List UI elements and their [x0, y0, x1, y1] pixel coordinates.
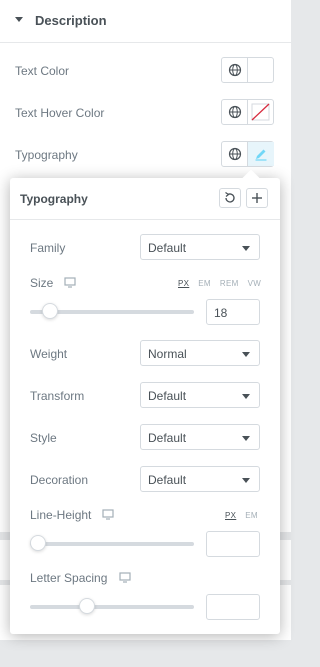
text-hover-color-label: Text Hover Color [15, 106, 105, 120]
family-select[interactable]: Default [140, 234, 260, 260]
typography-popover: Typography Family Default Size PX EM REM VW [10, 169, 280, 634]
text-hover-color-control [221, 99, 274, 125]
slider-handle[interactable] [30, 535, 46, 551]
slider-handle[interactable] [78, 598, 95, 614]
clear-color-icon [251, 103, 270, 121]
transform-select[interactable]: Default [140, 382, 260, 408]
size-slider[interactable] [30, 301, 194, 323]
line-height-units: PX EM [216, 511, 258, 520]
unit-em[interactable]: EM [245, 511, 258, 520]
size-units: PX EM REM VW [169, 279, 261, 288]
monitor-icon[interactable] [102, 509, 114, 520]
line-height-slider[interactable] [30, 533, 194, 555]
letter-spacing-input[interactable] [206, 594, 260, 620]
text-hover-color-global-button[interactable] [222, 100, 248, 124]
style-value: Default [148, 431, 187, 445]
chevron-down-icon [242, 246, 250, 251]
unit-em[interactable]: EM [198, 279, 211, 288]
plus-icon [252, 193, 262, 203]
slider-track [30, 605, 194, 609]
unit-px[interactable]: PX [225, 511, 236, 520]
reset-icon [225, 192, 235, 203]
size-label: Size [30, 276, 54, 290]
unit-rem[interactable]: REM [220, 279, 239, 288]
typography-edit-button[interactable] [248, 142, 274, 166]
line-height-input[interactable] [206, 531, 260, 557]
text-hover-color-swatch[interactable] [248, 100, 274, 124]
pencil-icon [255, 149, 267, 161]
globe-icon [228, 63, 242, 77]
text-color-swatch[interactable] [248, 58, 274, 82]
line-height-label: Line-Height [30, 508, 92, 522]
unit-px[interactable]: PX [178, 279, 189, 288]
decoration-value: Default [148, 473, 187, 487]
slider-track [30, 542, 194, 546]
globe-icon [228, 105, 242, 119]
typography-control [221, 141, 274, 167]
chevron-down-icon [242, 394, 250, 399]
monitor-icon[interactable] [64, 277, 76, 288]
description-section-header[interactable]: Description [0, 0, 291, 43]
panel-footer-area [0, 640, 291, 667]
letter-spacing-slider[interactable] [30, 596, 194, 618]
reset-button[interactable] [219, 188, 241, 208]
monitor-icon[interactable] [119, 572, 131, 583]
size-value: 18 [214, 306, 228, 320]
weight-select[interactable]: Normal [140, 340, 260, 366]
caret-down-icon [15, 17, 23, 22]
typography-label: Typography [15, 148, 78, 162]
style-label: Style [30, 431, 57, 445]
letter-spacing-label: Letter Spacing [30, 571, 108, 585]
popover-header: Typography [10, 178, 280, 220]
globe-icon [228, 147, 242, 161]
weight-label: Weight [30, 347, 68, 361]
text-color-control [221, 57, 274, 83]
text-color-global-button[interactable] [222, 58, 248, 82]
weight-value: Normal [148, 347, 187, 361]
style-select[interactable]: Default [140, 424, 260, 450]
chevron-down-icon [242, 436, 250, 441]
section-title: Description [35, 13, 107, 28]
slider-handle[interactable] [41, 303, 58, 319]
text-color-label: Text Color [15, 64, 70, 78]
decoration-select[interactable]: Default [140, 466, 260, 492]
chevron-down-icon [242, 478, 250, 483]
chevron-down-icon [242, 352, 250, 357]
transform-value: Default [148, 389, 187, 403]
add-button[interactable] [246, 188, 268, 208]
family-value: Default [148, 241, 187, 255]
popover-title: Typography [20, 192, 88, 206]
size-input[interactable]: 18 [206, 299, 260, 325]
transform-label: Transform [30, 389, 85, 403]
unit-vw[interactable]: VW [248, 279, 262, 288]
decoration-label: Decoration [30, 473, 89, 487]
family-label: Family [30, 241, 66, 255]
typography-global-button[interactable] [222, 142, 248, 166]
